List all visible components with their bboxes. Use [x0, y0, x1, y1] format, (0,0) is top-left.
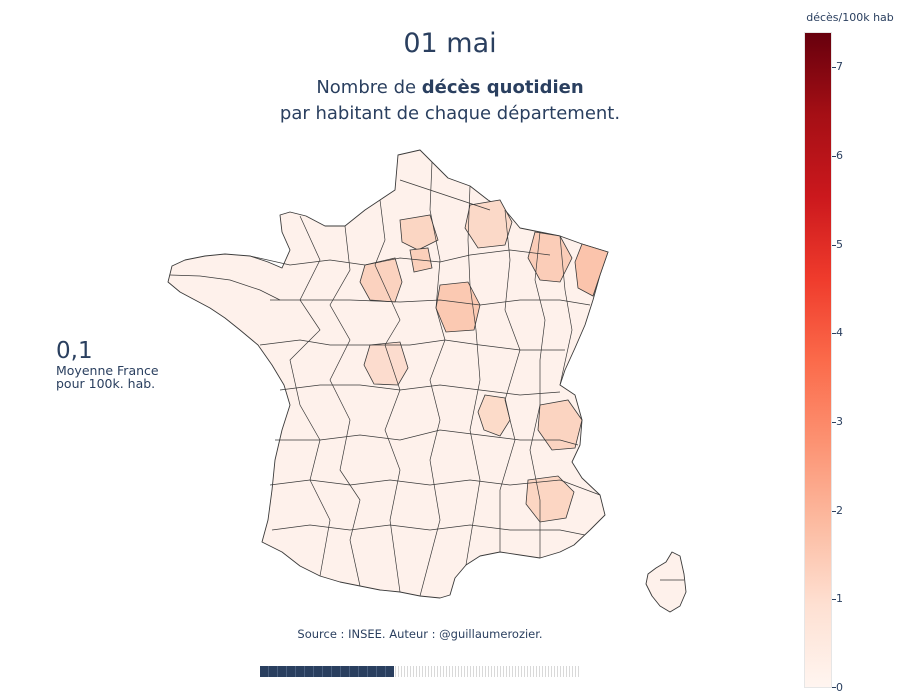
colorbar-tick-mark [832, 156, 836, 158]
timeline-progress-bar[interactable] [260, 666, 580, 677]
colorbar-tick-mark [832, 510, 836, 512]
timeline-progress-fill [260, 666, 395, 677]
colorbar-tick-label: 1 [836, 592, 843, 606]
france-departments-map[interactable] [0, 0, 900, 700]
colorbar-tick-label: 5 [836, 237, 843, 251]
colorbar-tick-label: 7 [836, 60, 843, 74]
colorbar-tick-mark [832, 333, 836, 335]
colorbar-tick-mark [832, 599, 836, 601]
colorbar-tick-mark [832, 687, 836, 688]
colorbar-tick-mark [832, 67, 836, 69]
colorbar-tick-label: 3 [836, 415, 843, 429]
colorbar-title: décès/100k hab [806, 11, 894, 24]
colorbar-tick-label: 6 [836, 149, 843, 163]
dept-bas-rhin[interactable] [574, 243, 609, 297]
colorbar [804, 32, 832, 688]
colorbar-tick-mark [832, 422, 836, 424]
colorbar-tick-mark [832, 244, 836, 246]
colorbar-tick-label: 0 [836, 681, 843, 694]
corsica[interactable] [645, 551, 687, 613]
colorbar-tick-label: 4 [836, 326, 843, 340]
colorbar-tick-label: 2 [836, 503, 843, 517]
source-credit: Source : INSEE. Auteur : @guillaumerozie… [297, 627, 543, 641]
